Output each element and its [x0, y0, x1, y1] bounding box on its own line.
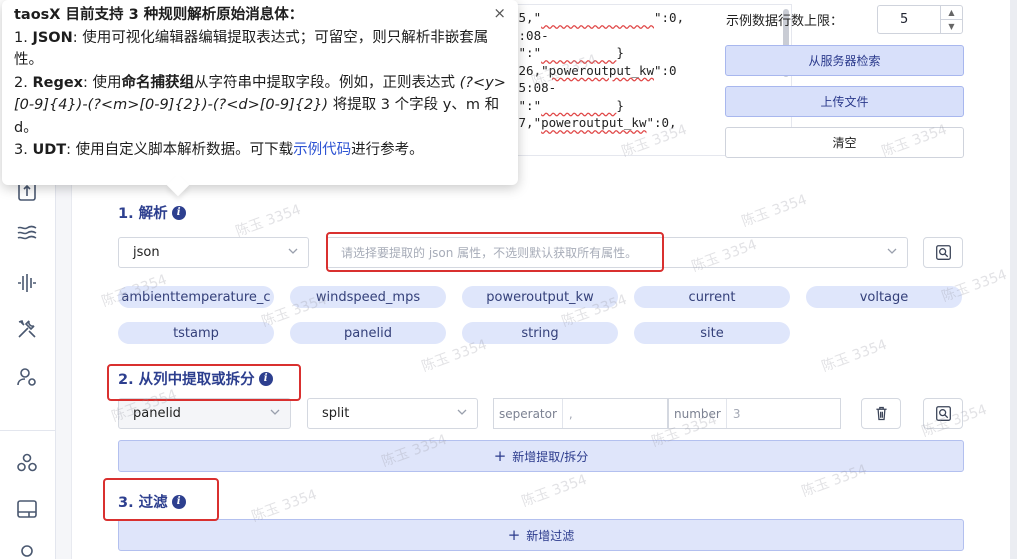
item-key: Regex	[32, 74, 84, 91]
plus-icon: +	[493, 447, 507, 465]
search-preview-icon	[935, 406, 951, 421]
json-field-tag[interactable]: ambienttemperature_c	[118, 286, 274, 308]
code-key	[541, 45, 616, 60]
code-text: }	[616, 45, 624, 60]
code-text: ":0,	[646, 115, 677, 130]
add-filter-button[interactable]: + 新增过滤	[118, 519, 964, 551]
item-text: : 使用自定义脚本解析数据。可下载	[66, 142, 294, 158]
window-icon[interactable]	[12, 494, 42, 524]
code-text: ":0	[654, 62, 677, 78]
parse-rules-tooltip: × taosX 目前支持 3 种规则解析原始消息体： 1. JSON: 使用可视…	[2, 0, 518, 197]
user-settings-icon[interactable]	[12, 362, 42, 392]
stepper-up-icon[interactable]: ▲	[941, 6, 962, 20]
parse-type-select[interactable]: json	[118, 237, 309, 268]
code-key: poweroutput_kw	[548, 62, 654, 78]
stepper-down-icon[interactable]: ▼	[941, 20, 962, 34]
tooltip-item-udt: 3. UDT: 使用自定义脚本解析数据。可下载示例代码进行参考。	[14, 139, 506, 162]
item-text: 从字符串中提取字段。例如，正则表达式	[194, 74, 456, 91]
extract-section-title: 2. 从列中提取或拆分 i	[118, 368, 273, 389]
add-extract-label: 新增提取/拆分	[512, 449, 589, 464]
filter-title-text: 3. 过滤	[118, 495, 168, 511]
add-filter-label: 新增过滤	[526, 528, 575, 543]
info-icon[interactable]: i	[258, 371, 273, 386]
json-attribute-placeholder: 请选择要提取的 json 属性，不选则默认获取所有属性。	[341, 246, 638, 260]
tooltip-heading: taosX 目前支持 3 种规则解析原始消息体：	[14, 7, 304, 23]
extract-title-text: 2. 从列中提取或拆分	[118, 372, 255, 388]
sample-code-link[interactable]: 示例代码	[293, 142, 351, 158]
parse-type-value: json	[133, 245, 160, 260]
sample-rows-label: 示例数据行数上限：	[726, 14, 844, 29]
upload-file-button[interactable]: 上传文件	[725, 86, 964, 117]
json-field-tag[interactable]: windspeed_mps	[290, 286, 446, 308]
chevron-down-icon	[887, 248, 897, 254]
code-line: 5:08-	[511, 27, 791, 45]
code-key	[541, 10, 654, 25]
chart-bars-icon[interactable]	[12, 268, 42, 298]
info-icon[interactable]: i	[171, 494, 186, 509]
item-text: : 使用可视化编辑器编辑提取表达式；可留空，则只解析非嵌套属性。	[14, 29, 489, 69]
fetch-from-server-button[interactable]: 从服务器检索	[725, 45, 964, 76]
item-prefix: 3.	[14, 142, 33, 158]
item-key: JSON	[32, 29, 73, 46]
code-text: }	[616, 97, 624, 113]
json-field-tag[interactable]: voltage	[806, 286, 962, 308]
extract-method-value: split	[322, 406, 350, 421]
json-field-tag[interactable]: current	[634, 286, 790, 308]
plus-icon: +	[507, 526, 521, 544]
preview-search-button[interactable]	[923, 237, 963, 268]
extract-column-select[interactable]: panelid	[118, 398, 291, 429]
delete-extract-button[interactable]	[861, 398, 901, 429]
number-value: 3	[732, 406, 741, 421]
extract-column-value: panelid	[133, 406, 181, 421]
json-field-tag[interactable]: site	[634, 322, 790, 344]
item-text: : 使用	[83, 74, 122, 91]
tools-icon[interactable]	[12, 314, 42, 344]
json-attribute-select[interactable]: 请选择要提取的 json 属性，不选则默认获取所有属性。	[326, 237, 908, 268]
extract-method-select[interactable]: split	[307, 398, 478, 429]
sample-rows-value: 5	[900, 12, 909, 27]
parse-title-text: 1. 解析	[118, 206, 168, 222]
sample-rows-input[interactable]: 5 ▲ ▼	[877, 5, 963, 34]
item-text: 进行参考。	[351, 142, 424, 158]
close-icon[interactable]: ×	[493, 2, 506, 25]
item-prefix: 2.	[14, 74, 33, 91]
clear-button[interactable]: 清空	[725, 127, 964, 158]
parse-section-title: 1. 解析 i	[118, 202, 186, 223]
right-edge	[1010, 0, 1017, 559]
extra-icon[interactable]	[12, 536, 42, 559]
code-key: poweroutput_kw	[541, 115, 647, 130]
item-prefix: 1.	[14, 29, 33, 46]
sample-rows-stepper[interactable]: ▲ ▼	[940, 6, 962, 33]
item-bold: 命名捕获组	[121, 74, 195, 91]
chevron-down-icon	[288, 248, 298, 254]
extract-preview-button[interactable]	[923, 398, 963, 429]
json-field-tag[interactable]: panelid	[290, 322, 446, 344]
sidebar-divider	[0, 430, 56, 431]
separator-input[interactable]: seperator ,	[493, 398, 668, 429]
item-key: UDT	[32, 142, 67, 158]
code-key	[541, 98, 616, 113]
chevron-down-icon	[270, 409, 280, 415]
json-field-tag[interactable]: tstamp	[118, 322, 274, 344]
number-label: number	[669, 399, 727, 428]
add-extract-button[interactable]: + 新增提取/拆分	[118, 440, 964, 472]
trash-icon	[875, 406, 887, 421]
chevron-down-icon	[457, 409, 467, 415]
stream-waves-icon[interactable]	[12, 218, 42, 248]
search-preview-icon	[935, 245, 951, 260]
tooltip-item-regex: 2. Regex: 使用命名捕获组从字符串中提取字段。例如，正则表达式 (?<y…	[14, 72, 506, 140]
separator-value: ,	[568, 406, 573, 421]
separator-label: seperator	[494, 399, 563, 428]
json-field-tag[interactable]: poweroutput_kw	[462, 286, 618, 308]
number-input[interactable]: number 3	[668, 398, 841, 429]
tooltip-item-json: 1. JSON: 使用可视化编辑器编辑提取表达式；可留空，则只解析非嵌套属性。	[14, 27, 506, 72]
code-text: ":0,	[654, 10, 685, 25]
json-field-tag[interactable]: string	[462, 322, 618, 344]
filter-section-title: 3. 过滤 i	[118, 491, 186, 512]
info-icon[interactable]: i	[171, 205, 186, 220]
clusters-icon[interactable]	[12, 448, 42, 478]
